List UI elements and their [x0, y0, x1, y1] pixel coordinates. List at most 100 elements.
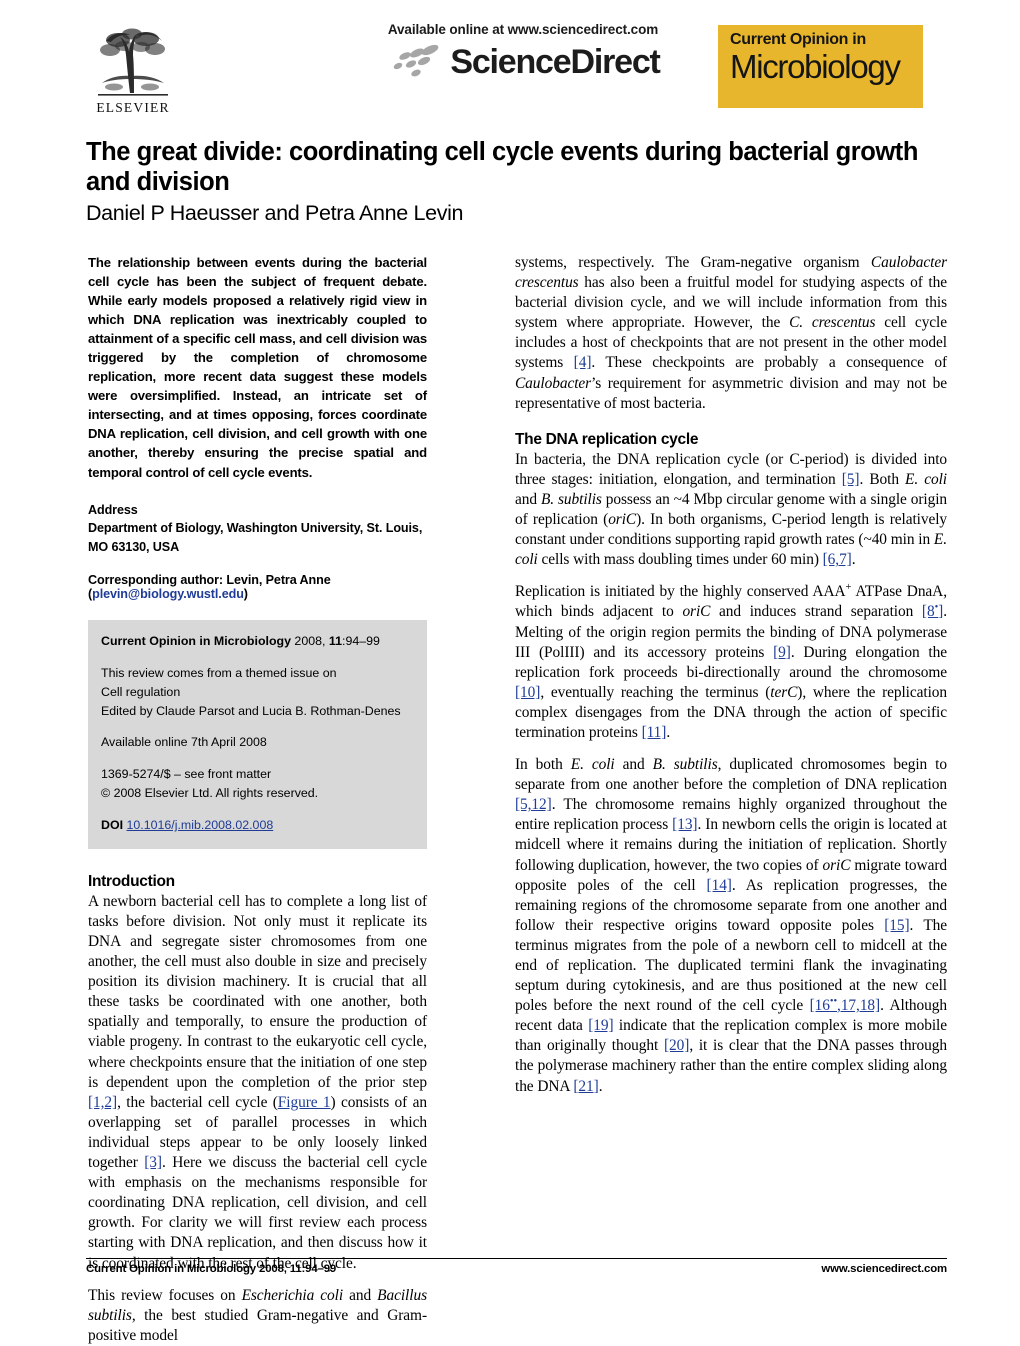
- species-b-subtilis-1: B. subtilis: [540, 490, 602, 508]
- reference-16-rest: ,17,18]: [837, 997, 881, 1015]
- introduction-paragraph-2: This review focuses on Escherichia coli …: [88, 1286, 427, 1346]
- dna-p3-seg-b: and: [614, 756, 653, 774]
- journal-volume: 11: [328, 634, 342, 649]
- journal-pages: :94–99: [342, 634, 380, 649]
- species-e-coli-1: E. coli: [905, 470, 947, 488]
- reference-link-20[interactable]: [20]: [664, 1037, 689, 1054]
- reference-link-3[interactable]: [3]: [144, 1154, 162, 1171]
- article-page: ELSEVIER Available online at www.science…: [0, 0, 1020, 1344]
- article-authors: Daniel P Haeusser and Petra Anne Levin: [86, 200, 464, 225]
- available-online-line: Available online 7th April 2008: [101, 735, 267, 750]
- masthead: ELSEVIER Available online at www.science…: [85, 22, 945, 127]
- footer-website: www.sciencedirect.com: [821, 1263, 947, 1275]
- themed-issue-block: This review comes from a themed issue on…: [101, 664, 414, 721]
- gene-oric-3: oriC: [822, 856, 851, 874]
- species-escherichia-coli: Escherichia coli: [241, 1286, 344, 1304]
- journal-name: Current Opinion in Microbiology: [101, 634, 291, 649]
- reference-link-15[interactable]: [15]: [884, 917, 909, 934]
- front-matter-block: 1369-5274/$ – see front matter © 2008 El…: [101, 765, 414, 803]
- themed-issue-line-1: This review comes from a themed issue on: [101, 665, 337, 680]
- intro-p2-seg-c: , the best studied Gram-negative and Gra…: [88, 1306, 427, 1344]
- dna-replication-heading: The DNA replication cycle: [515, 430, 699, 448]
- reference-link-9[interactable]: [9]: [773, 644, 791, 661]
- doi-block: DOI 10.1016/j.mib.2008.02.008: [101, 816, 414, 835]
- intro-p1-seg-b: , the bacterial cell cycle (: [117, 1093, 278, 1111]
- reference-link-5-12[interactable]: [5,12]: [515, 796, 552, 813]
- journal-year: 2008,: [290, 634, 329, 649]
- elsevier-tree-icon: [94, 25, 172, 99]
- title-block: The great divide: coordinating cell cycl…: [86, 138, 948, 226]
- article-title: The great divide: coordinating cell cycl…: [86, 138, 918, 196]
- reference-8-number: [8: [921, 603, 935, 621]
- reference-link-8[interactable]: [8•]: [921, 603, 943, 621]
- elsevier-wordmark: ELSEVIER: [96, 100, 170, 115]
- dna-p3-seg-l: .: [598, 1077, 603, 1095]
- cont-seg-a: systems, respectively. The Gram-negative…: [515, 254, 871, 271]
- reference-link-5[interactable]: [5]: [842, 471, 860, 488]
- cont-seg-d: . These checkpoints are probably a conse…: [591, 354, 947, 372]
- sciencedirect-logo-block: Available online at www.sciencedirect.co…: [343, 22, 703, 82]
- dna-p1-seg-g: .: [851, 551, 856, 569]
- reference-link-10[interactable]: [10]: [515, 684, 540, 701]
- intro-p2-seg-a: This review focuses on: [88, 1286, 242, 1304]
- elsevier-logo: ELSEVIER: [85, 25, 181, 116]
- reference-link-19[interactable]: [19]: [588, 1017, 613, 1034]
- intro-p1-seg-d: . Here we discuss the bacterial cell cyc…: [88, 1154, 427, 1272]
- dna-p2-seg-a: Replication is initiated by the highly c…: [515, 583, 846, 601]
- right-column: systems, respectively. The Gram-negative…: [515, 253, 947, 1097]
- dna-p1-seg-c: and: [515, 490, 541, 508]
- issn-line: 1369-5274/$ – see front matter: [101, 767, 272, 782]
- journal-banner-line1: Current Opinion in: [730, 31, 866, 48]
- reference-link-13[interactable]: [13]: [672, 816, 697, 833]
- footer-journal-name: Current Opinion in Microbiology: [86, 1263, 256, 1275]
- dna-paragraph-1: In bacteria, the DNA replication cycle (…: [515, 450, 947, 571]
- journal-citation-line: Current Opinion in Microbiology 2008, 11…: [101, 632, 414, 651]
- left-column: The relationship between events during t…: [88, 253, 427, 1346]
- species-c-crescentus: C. crescentus: [789, 314, 876, 332]
- gene-oric-1: oriC: [608, 511, 637, 529]
- dna-p2-seg-h: .: [666, 723, 671, 741]
- page-footer: Current Opinion in Microbiology 2008, 11…: [86, 1258, 947, 1275]
- journal-info-box: Current Opinion in Microbiology 2008, 11…: [88, 620, 427, 849]
- dna-p2-seg-f: , eventually reaching the terminus (: [540, 683, 771, 701]
- reference-link-6-7[interactable]: [6,7]: [823, 551, 852, 568]
- doi-link[interactable]: 10.1016/j.mib.2008.02.008: [126, 818, 273, 832]
- figure-1-link[interactable]: Figure 1: [278, 1094, 331, 1111]
- address-line-2: MO 63130, USA: [88, 539, 180, 554]
- species-caulobacter: Caulobacter: [515, 374, 592, 392]
- species-b-subtilis-2: B. subtilis: [652, 756, 718, 774]
- journal-banner: Current Opinion in Microbiology: [718, 25, 923, 108]
- reference-16-number: [16: [809, 997, 830, 1015]
- reference-16-marker: ••: [829, 996, 838, 1008]
- footer-citation: Current Opinion in Microbiology 2008, 11…: [86, 1263, 336, 1275]
- reference-link-16-17-18[interactable]: [16••,17,18]: [809, 996, 881, 1015]
- dna-p3-seg-a: In both: [515, 756, 571, 774]
- introduction-heading: Introduction: [88, 872, 175, 890]
- sciencedirect-wordmark: ScienceDirect: [450, 43, 661, 81]
- reference-link-14[interactable]: [14]: [707, 877, 732, 894]
- continued-paragraph: systems, respectively. The Gram-negative…: [515, 253, 947, 414]
- corresponding-author: Corresponding author: Levin, Petra Anne …: [88, 573, 427, 601]
- reference-link-4[interactable]: [4]: [574, 354, 592, 371]
- gene-terc: terC: [770, 683, 798, 701]
- reference-link-21[interactable]: [21]: [573, 1078, 598, 1095]
- dna-paragraph-3: In both E. coli and B. subtilis, duplica…: [515, 755, 947, 1097]
- journal-banner-line2: Microbiology: [730, 47, 901, 85]
- dna-p2-seg-c: and induces strand separation: [710, 603, 922, 621]
- address-block: Address Department of Biology, Washingto…: [88, 501, 427, 557]
- intro-p1-seg-a: A newborn bacterial cell has to complete…: [88, 892, 427, 1091]
- abstract-text: The relationship between events during t…: [88, 255, 427, 480]
- sciencedirect-swoosh-icon: [394, 44, 439, 77]
- copyright-line: © 2008 Elsevier Ltd. All rights reserved…: [101, 786, 319, 801]
- corresponding-author-email-link[interactable]: plevin@biology.wustl.edu: [92, 587, 244, 601]
- themed-issue-editors: Edited by Claude Parsot and Lucia B. Rot…: [101, 703, 401, 718]
- gene-oric-2: oriC: [682, 603, 711, 621]
- sciencedirect-available-text: Available online at www.sciencedirect.co…: [387, 22, 659, 37]
- species-e-coli-3: E. coli: [570, 756, 615, 774]
- dna-p1-seg-f: cells with mass doubling times under 60 …: [537, 551, 823, 569]
- themed-issue-line-2: Cell regulation: [101, 684, 181, 699]
- address-line-1: Department of Biology, Washington Univer…: [88, 521, 423, 536]
- dna-paragraph-2: Replication is initiated by the highly c…: [515, 582, 947, 743]
- reference-link-11[interactable]: [11]: [642, 724, 667, 741]
- reference-link-1-2[interactable]: [1,2]: [88, 1094, 117, 1111]
